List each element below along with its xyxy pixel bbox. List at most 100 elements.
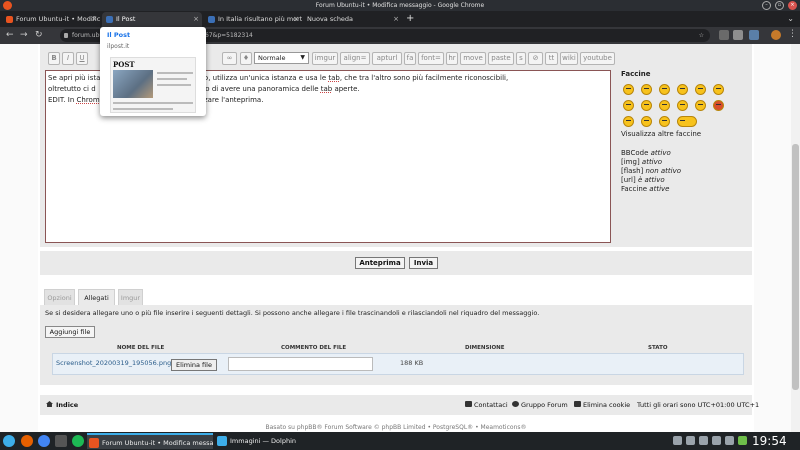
dropdown-arrow-icon: ▼: [300, 54, 305, 61]
profile-avatar[interactable]: [771, 30, 781, 40]
font-size-select[interactable]: Normale ▼: [254, 52, 309, 64]
smiley-icon[interactable]: [641, 84, 652, 95]
battery-icon[interactable]: [738, 436, 747, 445]
tab-hover-card: Il Post ilpost.it POST: [100, 27, 206, 116]
spoiler-button[interactable]: ⊘: [528, 52, 543, 65]
tt-button[interactable]: tt: [545, 52, 558, 65]
preview-button[interactable]: Anteprima: [355, 257, 405, 269]
tab-il-post[interactable]: Il Post ×: [102, 12, 202, 27]
strike-button[interactable]: s: [516, 52, 526, 65]
more-smilies-link[interactable]: Visualizza altre faccine: [621, 130, 751, 138]
underline-button[interactable]: U: [76, 52, 88, 65]
close-tab-icon[interactable]: ×: [293, 12, 299, 27]
smiley-icon[interactable]: [659, 116, 670, 127]
taskbar-task-dolphin[interactable]: Immagini — Dolphin: [215, 433, 341, 449]
clock[interactable]: 19:54: [752, 433, 787, 449]
attachment-filename[interactable]: Screenshot_20200319_195056.png: [56, 359, 171, 367]
smiley-icon[interactable]: [623, 116, 634, 127]
menu-icon[interactable]: [55, 435, 67, 447]
notifications-icon[interactable]: [725, 436, 734, 445]
tab-label: Nuova scheda: [307, 15, 354, 23]
bbcode-status: BBCode attivo [img] attivo [flash] non a…: [621, 149, 682, 193]
network-icon[interactable]: [699, 436, 708, 445]
page-thumbnail: POST: [110, 57, 196, 113]
smiley-icon[interactable]: [677, 100, 688, 111]
firefox-icon[interactable]: [21, 435, 33, 447]
attachments-table-header: NOME DEL FILE COMMENTO DEL FILE DIMENSIO…: [117, 345, 668, 351]
extension-icon[interactable]: [733, 30, 743, 40]
font-button[interactable]: font=: [418, 52, 444, 65]
apturl-button[interactable]: apturl: [372, 52, 402, 65]
chrome-icon: [89, 438, 99, 448]
tab-search-icon[interactable]: ⌄: [787, 14, 794, 23]
volume-icon[interactable]: [712, 436, 721, 445]
tab-forum-ubuntu[interactable]: Forum Ubuntu-it • Modifica messaggio ×: [2, 12, 100, 27]
maximize-icon[interactable]: ▫: [775, 1, 784, 10]
extension-icon[interactable]: [719, 30, 729, 40]
scrollbar-thumb[interactable]: [792, 144, 799, 390]
wiki-button[interactable]: wiki: [560, 52, 578, 65]
tab-new[interactable]: Nuova scheda ×: [304, 12, 402, 27]
app-launcher-icon[interactable]: [3, 435, 15, 447]
tab-imgur[interactable]: Imgur: [118, 289, 143, 305]
editor-sidebar: Faccine Visualizza altre faccine BBCode …: [621, 70, 751, 194]
italic-button[interactable]: I: [62, 52, 74, 65]
minimize-icon[interactable]: –: [762, 1, 771, 10]
delete-cookies-link[interactable]: Elimina cookie: [574, 401, 630, 409]
file-comment-input[interactable]: [228, 357, 373, 371]
smiley-icon[interactable]: [695, 84, 706, 95]
close-tab-icon[interactable]: ×: [193, 12, 199, 27]
bluetooth-icon[interactable]: [686, 436, 695, 445]
send-button[interactable]: Invia: [409, 257, 438, 269]
hr-button[interactable]: hr: [446, 52, 458, 65]
move-button[interactable]: move: [460, 52, 486, 65]
align-button[interactable]: align=: [340, 52, 370, 65]
smiley-icon[interactable]: [623, 84, 634, 95]
smiley-icon[interactable]: [641, 116, 652, 127]
smiley-icon[interactable]: [713, 84, 724, 95]
contact-link[interactable]: Contattaci: [465, 401, 508, 409]
close-window-icon[interactable]: ×: [788, 1, 797, 10]
smiley-icon[interactable]: [659, 100, 670, 111]
tab-options[interactable]: Opzioni: [44, 289, 75, 305]
fa-button[interactable]: fa: [404, 52, 416, 65]
forward-icon[interactable]: →: [20, 30, 28, 40]
hover-card-title: Il Post: [107, 31, 131, 39]
smiley-icon[interactable]: [695, 100, 706, 111]
close-tab-icon[interactable]: ×: [91, 12, 97, 27]
chrome-icon[interactable]: [38, 435, 50, 447]
back-icon[interactable]: ←: [6, 30, 14, 40]
smiley-icon[interactable]: [677, 116, 697, 127]
home-icon: [46, 401, 53, 407]
taskbar-task-chrome[interactable]: Forum Ubuntu-it • Modifica messag...: [87, 433, 213, 449]
link-button[interactable]: ∞: [222, 52, 237, 65]
bookmark-star-icon[interactable]: ☆: [699, 29, 704, 42]
smiley-icon[interactable]: [623, 100, 634, 111]
smiley-icon[interactable]: [677, 84, 688, 95]
smiley-icon[interactable]: [659, 84, 670, 95]
smiley-icon[interactable]: [641, 100, 652, 111]
imgur-button[interactable]: imgur: [312, 52, 338, 65]
spotify-icon[interactable]: [72, 435, 84, 447]
smiley-icon[interactable]: [713, 100, 724, 111]
tab-attachments[interactable]: Allegati: [78, 289, 115, 305]
window-title: Forum Ubuntu-it • Modifica messaggio - G…: [315, 2, 485, 9]
paste-button[interactable]: paste: [488, 52, 514, 65]
delete-file-button[interactable]: Elimina file: [171, 359, 217, 371]
youtube-button[interactable]: youtube: [580, 52, 615, 65]
new-tab-icon[interactable]: +: [406, 11, 414, 27]
menu-kebab-icon[interactable]: ⋮: [788, 29, 797, 39]
extension-icon[interactable]: [749, 30, 759, 40]
tab-in-italia[interactable]: In Italia risultano più morti che in Cin…: [204, 12, 302, 27]
color-button[interactable]: ♦: [240, 52, 252, 65]
reload-icon[interactable]: ↻: [35, 30, 43, 40]
close-tab-icon[interactable]: ×: [393, 12, 399, 27]
page-scrollbar[interactable]: [791, 44, 800, 432]
submit-bar: Anteprima Invia: [40, 251, 752, 275]
clipboard-icon[interactable]: [673, 436, 682, 445]
bold-button[interactable]: B: [48, 52, 60, 65]
add-file-button[interactable]: Aggiungi file: [45, 326, 95, 338]
attachments-panel: Se si desidera allegare uno o più file i…: [40, 305, 752, 385]
team-link[interactable]: Gruppo Forum: [512, 401, 568, 409]
home-link[interactable]: Indice: [46, 401, 78, 409]
